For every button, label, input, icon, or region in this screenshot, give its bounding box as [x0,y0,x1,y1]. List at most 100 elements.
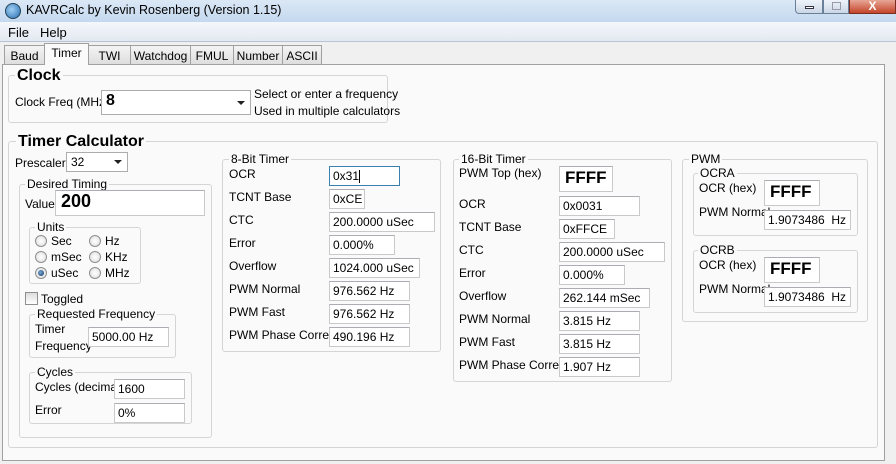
bit16-overflow-output[interactable]: 262.144 mSec [559,288,650,308]
bit16-ctc-output[interactable]: 200.0000 uSec [559,242,665,262]
bit8-pwm-fast-label: PWM Fast [229,305,285,319]
ocra-pwm-normal-output[interactable]: 1.9073486 Hz [764,210,851,230]
units-title: Units [35,220,67,234]
bit16-tcnt-base-label: TCNT Base [459,220,522,234]
bit16-error-output[interactable]: 0.000% [559,265,625,285]
title-bar: KAVRCalc by Kevin Rosenberg (Version 1.1… [0,0,896,22]
menu-bar: File Help [0,22,896,42]
bit16-ctc-label: CTC [459,243,484,257]
bit16-pwm-phase-correct-output[interactable]: 1.907 Hz [559,357,640,377]
cycles-label: Cycles (decimal) [35,380,124,394]
unit-mhz-radio[interactable] [89,267,101,279]
app-icon [5,3,21,19]
bit16-overflow-label: Overflow [459,289,507,303]
tab-ascii[interactable]: ASCII [282,45,322,64]
text-caret [359,170,361,184]
bit16-pwm-normal-label: PWM Normal [459,312,531,326]
ocra-ocr-input[interactable]: FFFF [764,180,820,206]
value-input[interactable]: 200 [55,190,205,216]
timer-frequency-label-1: Timer [35,322,66,336]
clock-freq-label: Clock Freq (MHz) [15,95,110,109]
ocra-pwm-normal-value: 1.9073486 [768,213,825,227]
timer-frequency-output[interactable]: 5000.00 Hz [88,327,169,347]
bit8-ctc-label: CTC [229,213,254,227]
bit16-ocr-output[interactable]: 0x0031 [559,196,640,216]
bit8-error-label: Error [229,236,256,250]
bit8-pwm-normal-label: PWM Normal [229,282,301,296]
window-title: KAVRCalc by Kevin Rosenberg (Version 1.1… [26,3,282,17]
bit16-tcnt-base-output[interactable]: 0xFFCE [559,219,615,239]
bit8-pwm-normal-output[interactable]: 976.562 Hz [329,281,410,301]
8bit-timer-title: 8-Bit Timer [229,152,292,166]
ocrb-ocr-input[interactable]: FFFF [764,257,820,283]
tab-baud[interactable]: Baud [4,45,45,64]
pwm-top-label: PWM Top (hex) [459,166,542,180]
timer-calculator-title: Timer Calculator [16,133,146,150]
tab-fmul[interactable]: FMUL [190,45,234,64]
ocrb-pwm-normal-label: PWM Normal [699,282,771,296]
ocrb-pwm-normal-output[interactable]: 1.9073486 Hz [764,287,851,307]
unit-khz-radio[interactable] [89,251,101,263]
pwm-title: PWM [689,152,723,166]
unit-hz-radio[interactable] [89,235,101,247]
menu-file[interactable]: File [8,25,29,40]
bit16-pwm-fast-label: PWM Fast [459,335,515,349]
bit16-ocr-label: OCR [459,197,486,211]
cycles-error-output[interactable]: 0% [114,403,185,423]
maximize-button[interactable] [823,0,849,14]
clock-freq-value: 8 [106,92,115,109]
unit-sec-label: Sec [51,234,72,248]
bit8-tcnt-base-output[interactable]: 0xCE [329,189,365,209]
close-button[interactable]: X [849,0,896,14]
bit8-pwm-phase-correct-label: PWM Phase Correct [229,328,339,342]
unit-msec-label: mSec [51,250,82,264]
clock-freq-combo[interactable]: 8 [101,90,251,115]
bit8-overflow-label: Overflow [229,259,277,273]
prescaler-value: 32 [71,155,85,169]
bit8-ocr-output[interactable]: 0x31 [329,166,400,186]
maximize-icon [832,2,841,10]
bit16-pwm-normal-output[interactable]: 3.815 Hz [559,311,640,331]
minimize-icon [805,6,814,9]
toggled-checkbox[interactable] [25,292,38,305]
ocrb-ocr-label: OCR (hex) [699,258,757,272]
tab-watchdog[interactable]: Watchdog [130,45,191,64]
unit-khz-label: KHz [105,250,128,264]
unit-usec-label: uSec [51,266,79,280]
minimize-button[interactable] [795,0,823,14]
bit8-pwm-fast-output[interactable]: 976.562 Hz [329,304,410,324]
bit16-pwm-fast-output[interactable]: 3.815 Hz [559,334,640,354]
bit8-ocr-label: OCR [229,167,256,181]
prescaler-combo[interactable]: 32 [66,152,128,172]
prescaler-label: Prescaler: [15,156,70,170]
unit-hz-label: Hz [105,234,120,248]
ocra-ocr-label: OCR (hex) [699,181,757,195]
pwm-top-input[interactable]: FFFF [559,166,613,192]
unit-sec-radio[interactable] [35,235,47,247]
cycles-title: Cycles [35,365,76,379]
ocrb-title: OCRB [698,243,737,257]
bit8-error-output[interactable]: 0.000% [329,235,395,255]
unit-mhz-label: MHz [105,266,130,280]
ocra-pwm-normal-label: PWM Normal [699,205,771,219]
bit8-overflow-output[interactable]: 1024.000 uSec [329,258,420,278]
ocra-title: OCRA [698,166,737,180]
bit8-ctc-output[interactable]: 200.0000 uSec [329,212,435,232]
bit8-tcnt-base-label: TCNT Base [229,190,292,204]
timer-frequency-label-2: Frequency [35,339,92,353]
menu-help[interactable]: Help [40,25,67,40]
tab-timer[interactable]: Timer [44,43,89,65]
bit16-pwm-phase-correct-label: PWM Phase Correct [459,358,569,372]
value-label: Value [25,197,55,211]
bit8-pwm-phase-correct-output[interactable]: 490.196 Hz [329,327,410,347]
tab-twi[interactable]: TWI [88,45,131,64]
cycles-output[interactable]: 1600 [114,379,185,399]
ocra-pwm-normal-unit: Hz [831,213,846,227]
unit-usec-radio[interactable] [35,267,47,279]
unit-msec-radio[interactable] [35,251,47,263]
tab-number[interactable]: Number [233,45,283,64]
chevron-down-icon [237,100,245,105]
ocrb-pwm-normal-value: 1.9073486 [768,290,825,304]
16bit-timer-title: 16-Bit Timer [459,152,528,166]
clock-title: Clock [15,67,63,84]
